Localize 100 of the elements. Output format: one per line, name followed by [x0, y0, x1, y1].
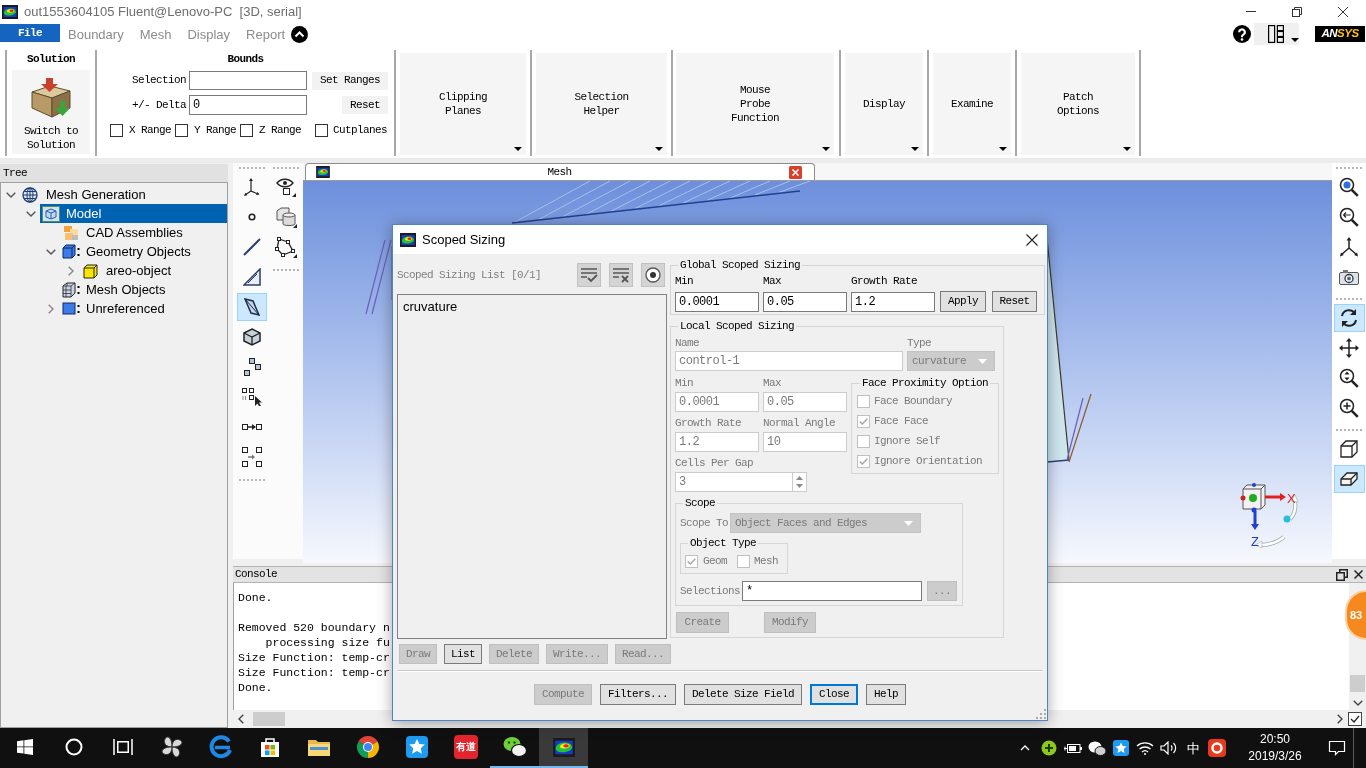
icon-button[interactable]	[641, 263, 665, 287]
menu-tab[interactable]: Mesh	[139, 25, 172, 45]
caret-down-icon	[978, 358, 987, 364]
chevron-right-icon[interactable]	[1337, 714, 1343, 724]
dialog-button[interactable]: Delete Size Field	[684, 684, 802, 705]
checkbox-tick-icon[interactable]	[1348, 712, 1362, 726]
checkbox[interactable]	[240, 123, 254, 137]
text-field[interactable]: 0	[189, 95, 307, 115]
axis-triad[interactable]: X Z	[1238, 482, 1308, 550]
checkbox[interactable]	[110, 123, 123, 137]
taskbar-button[interactable]: 有道	[441, 728, 490, 768]
speaker-icon[interactable]	[1160, 741, 1178, 755]
toolbar-button[interactable]	[237, 293, 267, 321]
ime-indicator[interactable]: 中	[1186, 741, 1200, 755]
number-field[interactable]: 1.2	[851, 291, 935, 312]
battery-plug-icon[interactable]	[1064, 742, 1082, 754]
close-icon[interactable]	[1354, 570, 1363, 579]
checkbox-label: Z Range	[259, 122, 302, 138]
menu-tab[interactable]: Report	[246, 25, 286, 45]
globe-icon	[22, 186, 40, 203]
plus-circle-icon[interactable]	[1041, 740, 1057, 756]
app-logo-icon	[316, 166, 330, 178]
layout-button[interactable]	[1254, 23, 1299, 45]
dialog-button[interactable]: Filters...	[599, 684, 676, 705]
dialog-button[interactable]: Help	[866, 684, 907, 705]
zoom-fit-icon	[1339, 177, 1359, 197]
cube-folder-icon	[42, 205, 60, 222]
chevron-up-icon[interactable]	[1020, 745, 1030, 751]
dialog-button[interactable]: Apply	[940, 291, 986, 312]
checkbox-label: Mesh	[754, 553, 779, 569]
app-logo-icon[interactable]	[1208, 739, 1226, 757]
chat-bubbles-icon[interactable]	[1088, 740, 1106, 756]
toolbar-button[interactable]	[1333, 304, 1365, 332]
scrollbar-thumb[interactable]	[253, 712, 285, 726]
tree-item[interactable]: Geometry Objects	[60, 242, 195, 261]
tree-item[interactable]: Unreferenced	[60, 299, 169, 318]
menu-tab[interactable]: Display	[187, 25, 231, 45]
dialog-button[interactable]: Close	[810, 684, 859, 705]
tree-item[interactable]: Model	[40, 204, 227, 223]
list-item[interactable]: cruvature	[402, 298, 459, 315]
dialog-title: Scoped Sizing	[422, 230, 506, 249]
spin-arrows-icon[interactable]	[796, 476, 803, 488]
list-box[interactable]: cruvature	[397, 294, 667, 639]
menu-tab[interactable]: Boundary	[68, 25, 124, 45]
field-label: Scope To	[680, 516, 728, 530]
ribbon-button[interactable]: Patch Options	[1021, 53, 1135, 155]
help-icon[interactable]	[1233, 25, 1251, 43]
store-bag-icon	[258, 736, 281, 758]
tree-item[interactable]: CAD Assemblies	[60, 223, 187, 242]
tree-item[interactable]: Mesh Objects	[60, 280, 170, 299]
axes-icon	[242, 177, 262, 197]
checkbox-label: Face Boundary	[874, 393, 952, 409]
clock-time[interactable]: 20:50	[1260, 731, 1290, 748]
scrollbar-thumb[interactable]	[1350, 675, 1365, 692]
dialog-button[interactable]: List	[444, 644, 483, 664]
app-logo-icon	[552, 737, 575, 757]
text-field[interactable]	[189, 71, 307, 90]
ribbon-button[interactable]: Clipping Planes	[400, 53, 526, 155]
number-field[interactable]: 0.05	[763, 291, 847, 312]
star-badge-icon[interactable]	[1113, 740, 1129, 756]
caret-down-icon	[514, 147, 522, 151]
chevron-up-icon[interactable]	[291, 26, 309, 43]
toolbar-button[interactable]	[1333, 465, 1365, 493]
close-icon[interactable]	[1026, 233, 1038, 246]
group-title: Scope	[684, 497, 716, 509]
chevron-down-icon[interactable]	[6, 191, 16, 198]
ribbon-button[interactable]: Display	[845, 53, 923, 155]
chevron-left-icon[interactable]	[238, 714, 244, 724]
resize-grip-icon[interactable]	[1036, 709, 1046, 719]
chevron-down-icon[interactable]	[46, 248, 56, 255]
restore-icon[interactable]	[1336, 568, 1348, 581]
wifi-icon[interactable]	[1136, 741, 1154, 755]
pan-icon	[1339, 338, 1359, 358]
radio-dot-icon	[645, 267, 661, 283]
checkbox[interactable]	[315, 123, 328, 137]
ribbon-button[interactable]: Mouse Probe Function	[676, 53, 834, 155]
taskbar-button[interactable]	[539, 728, 588, 768]
dialog-button[interactable]: Reset	[992, 291, 1037, 312]
tree-item[interactable]: Mesh Generation	[20, 185, 150, 204]
checkbox-label: Ignore Self	[874, 433, 940, 449]
clock-date[interactable]: 2019/3/26	[1248, 748, 1302, 765]
ribbon-button[interactable]: Selection Helper	[536, 53, 667, 155]
console-line: processing size fu	[264, 635, 390, 650]
ribbon-button[interactable]: Set Ranges	[312, 71, 388, 90]
ribbon-button[interactable]: Examine	[933, 53, 1011, 155]
chevron-down-icon[interactable]	[1352, 700, 1363, 706]
logo: ANSYS	[1315, 26, 1365, 42]
tree-item[interactable]: areo-object	[80, 261, 176, 280]
file-menu-button[interactable]: File	[0, 24, 60, 42]
switch-button[interactable]: Switch to Solution	[12, 70, 90, 154]
restore-icon	[1292, 6, 1302, 17]
chevron-down-icon[interactable]	[26, 210, 36, 217]
checkbox[interactable]	[175, 123, 188, 137]
search-circle-icon	[64, 738, 83, 756]
number-field[interactable]: 0.0001	[675, 291, 759, 312]
notification-icon[interactable]	[1328, 740, 1346, 756]
group-title: Object Type	[689, 537, 757, 549]
graphics-tab[interactable]: Mesh	[305, 163, 815, 180]
ribbon-button[interactable]: Reset	[342, 96, 388, 114]
checkmark-icon	[687, 557, 696, 565]
